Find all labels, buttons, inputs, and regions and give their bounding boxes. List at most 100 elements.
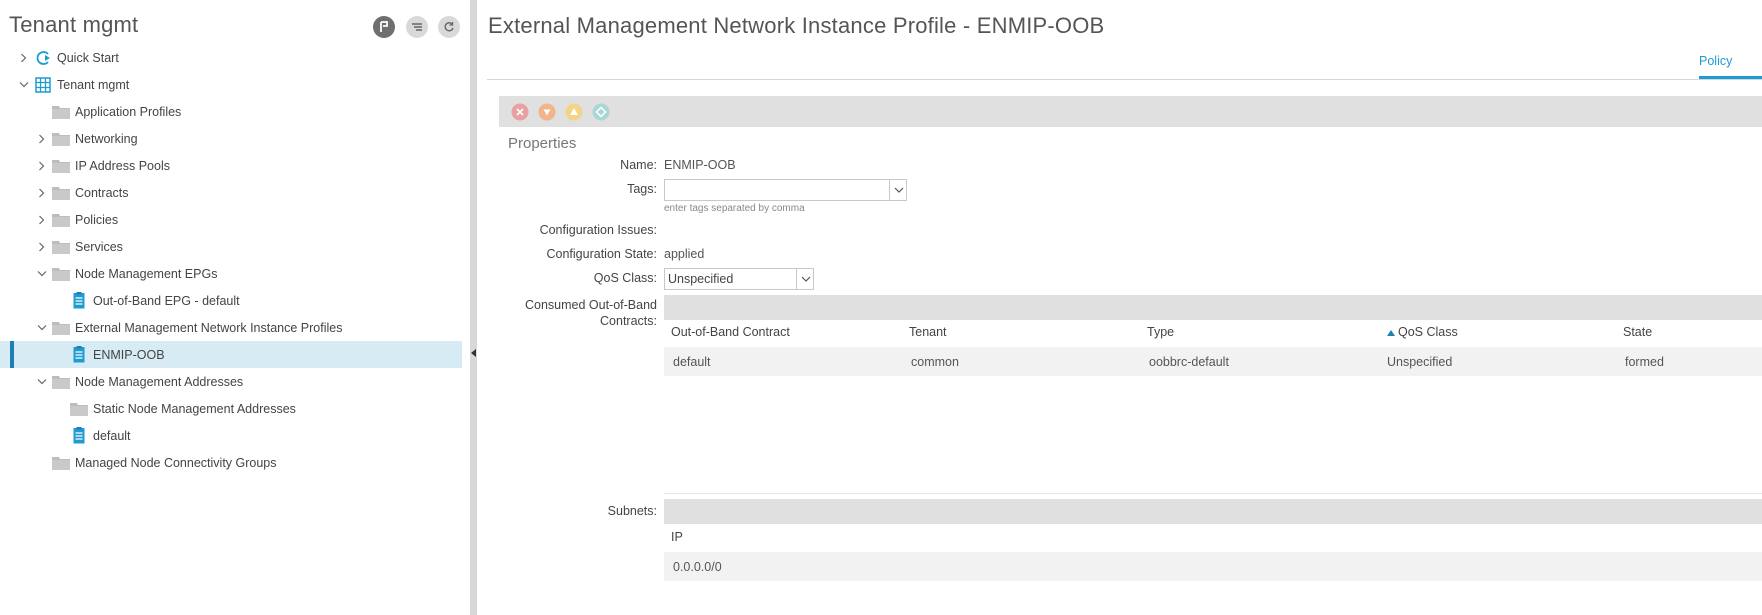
refresh-icon[interactable] [438,16,460,38]
chevron-down-icon[interactable] [796,268,814,290]
config-state-value: applied [664,247,705,261]
tree-item[interactable]: default [0,422,462,449]
chevron-right-icon[interactable] [36,187,48,199]
folder-icon [52,374,70,390]
folder-icon [52,158,70,174]
tree-item[interactable]: ENMIP-OOB [0,341,462,368]
navigation-panel: Tenant mgmt Quick Start Tenant mgmt Applic… [0,0,470,615]
column-header-type[interactable]: Type [1147,325,1174,339]
tenant-icon [34,76,52,93]
tree-item-label: Tenant mgmt [57,77,130,92]
fault-summary-bar [499,96,1762,127]
tree-item-label: ENMIP-OOB [93,347,165,362]
tree-item[interactable]: Policies [0,206,462,233]
cell-contract: default [673,355,711,369]
quick-start-icon [34,50,52,66]
filter-icon[interactable] [406,16,428,38]
critical-fault-icon[interactable] [511,103,529,121]
tree-item[interactable]: Application Profiles [0,98,462,125]
navigation-title: Tenant mgmt [9,12,139,37]
column-header-ip[interactable]: IP [671,530,683,544]
cell-tenant: common [911,355,959,369]
tags-label: Tags: [627,182,657,196]
tree-item[interactable]: Quick Start [0,44,462,71]
divider [664,493,1762,494]
column-header-qos-class[interactable]: QoS Class [1398,325,1458,339]
page-title: External Management Network Instance Pro… [488,13,1105,38]
tree-item-label: Node Management EPGs [75,266,218,281]
tree-item[interactable]: Static Node Management Addresses [0,395,462,422]
tree-item[interactable]: External Management Network Instance Pro… [0,314,462,341]
folder-icon [70,401,88,417]
chevron-down-icon[interactable] [36,268,48,280]
tree-item-label: External Management Network Instance Pro… [75,320,343,335]
document-icon [70,292,88,309]
folder-icon [52,239,70,255]
folder-icon [52,320,70,336]
folder-icon [52,104,70,120]
tags-hint: enter tags separated by comma [664,203,805,214]
sort-ascending-icon[interactable] [1387,325,1395,339]
tree-item[interactable]: Networking [0,125,462,152]
main-content: External Management Network Instance Pro… [477,0,1762,615]
tab-divider [487,79,1762,80]
subnets-toolbar [664,499,1762,524]
chevron-down-icon[interactable] [18,79,30,91]
chevron-down-icon[interactable] [36,376,48,388]
tree-item[interactable]: Managed Node Connectivity Groups [0,449,462,476]
document-icon [70,346,88,363]
chevron-right-icon[interactable] [36,160,48,172]
tree-item[interactable]: Tenant mgmt [0,71,462,98]
consumed-contracts-label: Consumed Out-of-Band [524,298,657,312]
table-row[interactable]: 0.0.0.0/0 [664,552,1762,581]
cell-type: oobbrc-default [1149,355,1229,369]
folder-icon [52,185,70,201]
chevron-right-icon[interactable] [18,52,30,64]
panel-splitter[interactable] [470,0,477,615]
column-header-contract[interactable]: Out-of-Band Contract [671,325,790,339]
tab-policy[interactable]: Policy [1699,54,1732,68]
column-header-tenant[interactable]: Tenant [909,325,947,339]
tree-item[interactable]: Contracts [0,179,462,206]
folder-icon [52,455,70,471]
document-icon [70,427,88,444]
contracts-toolbar [664,295,1762,320]
cell-ip: 0.0.0.0/0 [673,560,722,574]
table-row[interactable]: default common oobbrc-default Unspecifie… [664,347,1762,376]
tree-item-label: Managed Node Connectivity Groups [75,455,277,470]
tree-item-label: Quick Start [57,50,119,65]
tree-item[interactable]: Out-of-Band EPG - default [0,287,462,314]
tree-item-label: Static Node Management Addresses [93,401,296,416]
chevron-right-icon[interactable] [36,214,48,226]
cell-state: formed [1625,355,1664,369]
tree-item-label: Services [75,239,123,254]
qos-class-select[interactable]: Unspecified [664,268,814,290]
chevron-down-icon[interactable] [36,322,48,334]
column-header-state[interactable]: State [1623,325,1652,339]
tree-item[interactable]: IP Address Pools [0,152,462,179]
minor-fault-icon[interactable] [565,103,583,121]
tree-item[interactable]: Node Management EPGs [0,260,462,287]
tree-item-label: Networking [75,131,138,146]
properties-heading: Properties [508,135,577,152]
history-icon[interactable] [373,16,395,38]
tree-item[interactable]: Services [0,233,462,260]
cell-qos-class: Unspecified [1387,355,1453,369]
chevron-down-icon[interactable] [889,179,907,201]
tree-item-label: Contracts [75,185,129,200]
tree-item-label: default [93,428,131,443]
tree-item-label: Policies [75,212,119,227]
folder-icon [52,212,70,228]
subnets-label: Subnets: [607,504,657,518]
tree-item[interactable]: Node Management Addresses [0,368,462,395]
major-fault-icon[interactable] [538,103,556,121]
chevron-right-icon[interactable] [36,241,48,253]
warning-fault-icon[interactable] [592,103,610,121]
config-issues-label: Configuration Issues: [539,223,657,237]
collapse-arrow-icon[interactable] [470,346,477,360]
qos-class-label: QoS Class: [593,271,657,285]
folder-icon [52,266,70,282]
tags-input[interactable] [664,179,907,201]
name-value: ENMIP-OOB [664,158,736,172]
chevron-right-icon[interactable] [36,133,48,145]
